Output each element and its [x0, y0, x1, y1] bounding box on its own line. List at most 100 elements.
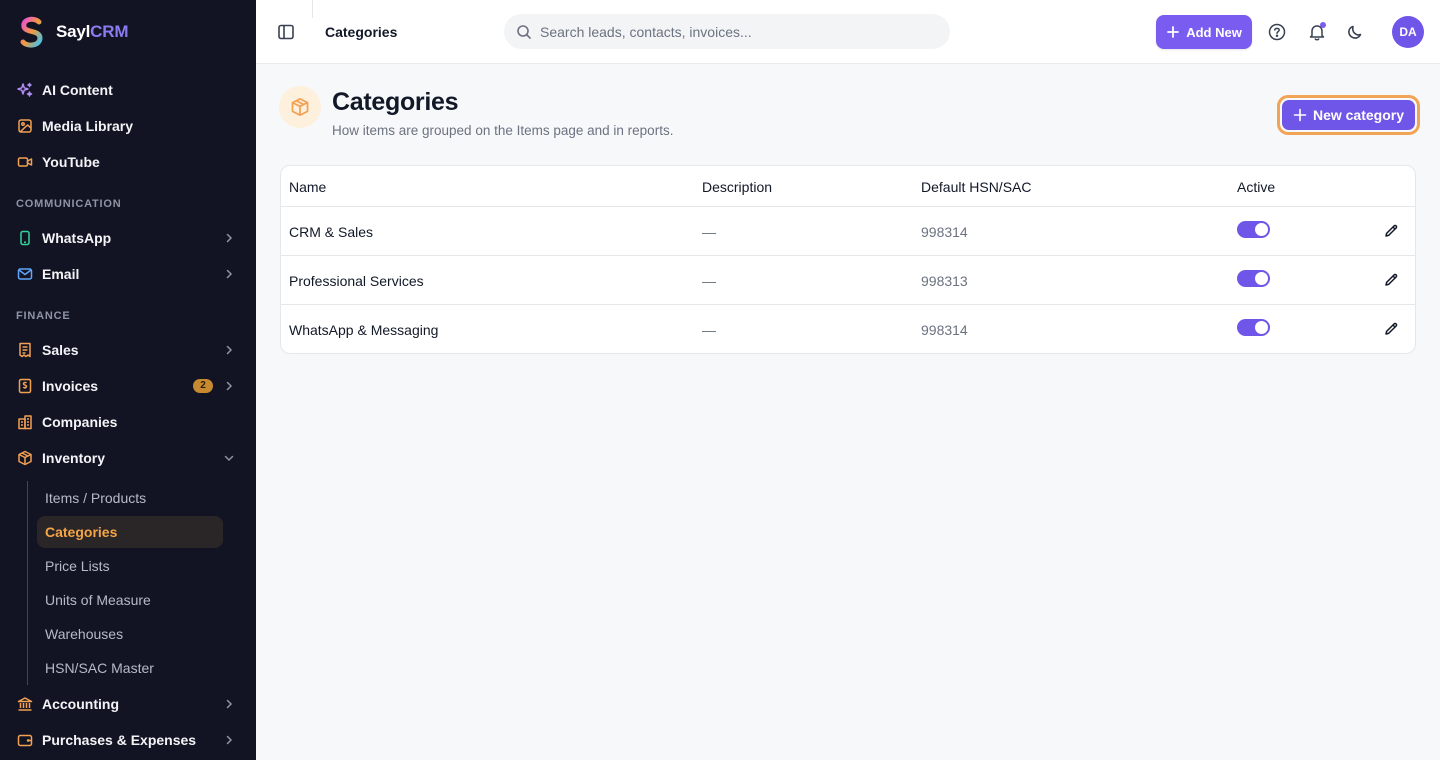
category-name: CRM & Sales [289, 224, 374, 240]
active-toggle[interactable] [1237, 270, 1270, 287]
category-description: — [702, 273, 716, 289]
sidebar-item-youtube[interactable]: YouTube [0, 144, 256, 180]
sidebar-item-label: Companies [42, 414, 118, 430]
sidebar-item-label: Email [42, 266, 80, 282]
column-header-description: Description [702, 179, 773, 195]
category-hsn: 998313 [921, 273, 968, 289]
column-header-hsn: Default HSN/SAC [921, 179, 1032, 195]
wallet-icon [16, 731, 34, 749]
help-circle-icon [1268, 23, 1286, 41]
chevron-right-icon [226, 699, 233, 709]
subnav-guide-line [27, 481, 28, 685]
page-title: Categories [332, 88, 459, 116]
sidebar-item-purchases-expenses[interactable]: Purchases & Expenses [0, 722, 256, 758]
sidebar-item-sales[interactable]: Sales [0, 332, 256, 368]
box-icon [16, 449, 34, 467]
sidebar-item-invoices[interactable]: Invoices 2 [0, 368, 256, 404]
sidebar-item-label: WhatsApp [42, 230, 112, 246]
table-row[interactable]: Professional Services — 998313 [281, 256, 1415, 305]
sidebar-subitem-units-of-measure[interactable]: Units of Measure [37, 584, 223, 616]
pencil-icon [1385, 322, 1398, 335]
pencil-icon [1385, 273, 1398, 286]
brand[interactable]: SaylCRM [18, 14, 128, 50]
new-category-label: New category [1312, 107, 1405, 123]
sidebar-item-label: Sales [42, 342, 79, 358]
chevron-down-icon [224, 455, 234, 462]
table-row[interactable]: CRM & Sales — 998314 [281, 207, 1415, 256]
toggle-knob [1255, 272, 1268, 285]
sidebar-subitem-items-products[interactable]: Items / Products [37, 482, 223, 514]
category-hsn: 998314 [921, 322, 968, 338]
search-bar[interactable] [504, 14, 950, 49]
panel-left-icon [278, 24, 294, 40]
category-hsn: 998314 [921, 224, 968, 240]
sidebar-subitem-price-lists[interactable]: Price Lists [37, 550, 223, 582]
sidebar-item-label: Inventory [42, 450, 106, 466]
toggle-knob [1255, 223, 1268, 236]
sidebar-item-label: YouTube [42, 154, 100, 170]
sidebar-toggle-button[interactable] [276, 22, 296, 42]
topbar-title: Categories [325, 24, 398, 40]
sidebar-item-email[interactable]: Email [0, 256, 256, 292]
plus-icon [1167, 26, 1180, 38]
active-toggle[interactable] [1237, 319, 1270, 336]
sidebar-item-inventory[interactable]: Inventory [0, 440, 256, 476]
notifications-button[interactable] [1305, 20, 1329, 44]
toggle-knob [1255, 321, 1268, 334]
categories-table: Name Description Default HSN/SAC Active … [280, 165, 1416, 354]
plus-icon [1293, 108, 1307, 122]
brand-name: SaylCRM [56, 22, 129, 41]
video-icon [16, 153, 34, 171]
table-header-row: Name Description Default HSN/SAC Active [281, 166, 1415, 207]
building-icon [16, 413, 34, 431]
invoice-icon [16, 377, 34, 395]
sidebar-subitem-warehouses[interactable]: Warehouses [37, 618, 223, 650]
sidebar-item-label: Accounting [42, 696, 119, 712]
moon-icon [1348, 25, 1362, 39]
pencil-icon [1385, 224, 1398, 237]
category-name: WhatsApp & Messaging [289, 322, 439, 338]
sidebar-item-whatsapp[interactable]: WhatsApp [0, 220, 256, 256]
sidebar-subitem-hsn-sac-master[interactable]: HSN/SAC Master [37, 652, 223, 684]
search-input[interactable] [540, 23, 920, 40]
chevron-right-icon [226, 233, 233, 243]
table-row[interactable]: WhatsApp & Messaging — 998314 [281, 305, 1415, 353]
chevron-right-icon [226, 345, 233, 355]
sidebar-item-accounting[interactable]: Accounting [0, 686, 256, 722]
help-button[interactable] [1265, 20, 1289, 44]
active-toggle[interactable] [1237, 221, 1270, 238]
search-icon [517, 24, 531, 39]
sidebar-item-companies[interactable]: Companies [0, 404, 256, 440]
column-header-active: Active [1237, 179, 1276, 195]
image-icon [16, 117, 34, 135]
new-category-button[interactable]: New category [1277, 95, 1420, 135]
mail-icon [16, 265, 34, 283]
theme-toggle-button[interactable] [1343, 20, 1367, 44]
section-label-finance: FINANCE [16, 310, 71, 322]
sparkles-icon [16, 81, 34, 99]
chevron-right-icon [226, 735, 233, 745]
sidebar-item-label: AI Content [42, 82, 113, 98]
logo-icon [20, 16, 43, 48]
box-icon [291, 98, 309, 116]
sidebar-subitem-categories[interactable]: Categories [37, 516, 223, 548]
add-new-button[interactable]: Add New [1156, 15, 1252, 49]
sidebar: SaylCRM AI Content Media Library YouTube… [0, 0, 256, 760]
section-label-communication: COMMUNICATION [16, 198, 122, 210]
topbar-divider [312, 0, 313, 18]
sidebar-item-label: Purchases & Expenses [42, 732, 197, 748]
column-header-name: Name [289, 179, 327, 195]
sidebar-item-ai-content[interactable]: AI Content [0, 72, 256, 108]
edit-button[interactable] [1382, 222, 1400, 240]
sidebar-item-label: Media Library [42, 118, 134, 134]
page-subtitle: How items are grouped on the Items page … [332, 123, 674, 138]
edit-button[interactable] [1382, 320, 1400, 338]
receipt-icon [16, 341, 34, 359]
invoices-count-badge: 2 [193, 379, 213, 393]
edit-button[interactable] [1382, 271, 1400, 289]
page-icon [279, 86, 321, 128]
user-avatar[interactable]: DA [1392, 16, 1424, 48]
category-name: Professional Services [289, 273, 424, 289]
chevron-right-icon [226, 269, 233, 279]
sidebar-item-media-library[interactable]: Media Library [0, 108, 256, 144]
